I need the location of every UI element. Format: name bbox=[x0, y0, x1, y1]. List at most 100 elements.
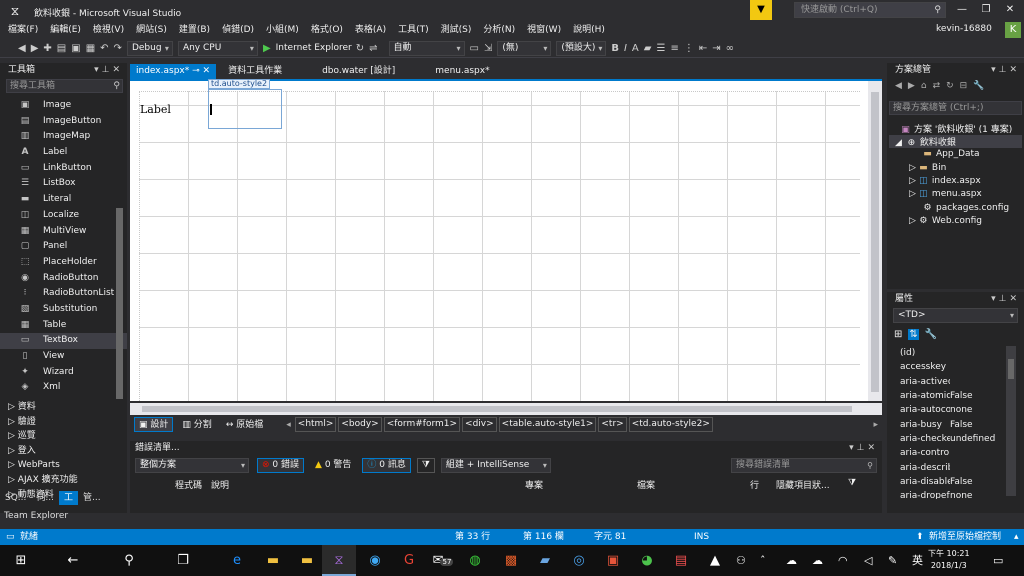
output-icon[interactable]: ▭ bbox=[6, 529, 15, 545]
designer-horizontal-scroll-thumb[interactable] bbox=[142, 406, 852, 412]
toolbox-category-validation[interactable]: ▷ 驗證 bbox=[0, 415, 127, 430]
menu-format[interactable]: 格式(O) bbox=[311, 22, 343, 39]
menu-debug[interactable]: 偵錯(D) bbox=[222, 22, 254, 39]
panel-controls-icon[interactable]: ▾⊥✕ bbox=[849, 441, 878, 455]
pin-icon[interactable]: ⊸ bbox=[192, 66, 200, 76]
column-project[interactable]: 專案 bbox=[525, 478, 543, 491]
back-icon[interactable]: ◀ bbox=[895, 81, 902, 91]
upload-icon[interactable]: ⬆ bbox=[916, 529, 924, 545]
folder-bin[interactable]: ▷ ▬ Bin bbox=[909, 163, 946, 173]
menu-table[interactable]: 表格(A) bbox=[355, 22, 386, 39]
column-suppression[interactable]: 隱藏項目狀... bbox=[776, 478, 830, 491]
expand-icon[interactable]: ▷ bbox=[909, 163, 916, 173]
cloud-icon[interactable]: ☁ bbox=[812, 545, 823, 576]
alphabetical-icon[interactable]: ⇅ bbox=[908, 328, 919, 340]
toolbox-item-placeholder[interactable]: ⬚ PlaceHolder bbox=[0, 255, 127, 271]
toolbox-scrollbar[interactable] bbox=[116, 208, 123, 399]
properties-icon[interactable]: 🔧 bbox=[973, 81, 984, 91]
people-icon[interactable]: ⚇ bbox=[736, 545, 746, 576]
expand-icon[interactable]: ▷ bbox=[909, 176, 916, 186]
filter-icon[interactable]: ⧩ bbox=[416, 458, 435, 473]
scope-dropdown[interactable]: 整個方案 ▾ bbox=[135, 458, 249, 473]
column-filter-icon[interactable]: ⧩ bbox=[848, 478, 856, 488]
expand-icon[interactable]: ▷ bbox=[909, 189, 916, 199]
folder-app-data[interactable]: ▬ App_Data bbox=[922, 149, 979, 159]
menu-view[interactable]: 檢視(V) bbox=[93, 22, 124, 39]
column-line[interactable]: 行 bbox=[750, 478, 759, 491]
mail-icon[interactable]: ✉57 bbox=[426, 545, 460, 576]
news-icon[interactable]: ▤ bbox=[664, 545, 698, 576]
tab-sql-server[interactable]: SQ... bbox=[0, 491, 31, 505]
menu-test[interactable]: 測試(S) bbox=[441, 22, 472, 39]
snap-icon[interactable]: ⇲ bbox=[484, 43, 492, 54]
toolbox-item-table[interactable]: ▦ Table bbox=[0, 318, 127, 334]
collapse-all-icon[interactable]: ⊟ bbox=[960, 81, 968, 91]
user-name[interactable]: kevin-16880 bbox=[936, 24, 992, 34]
menu-window[interactable]: 視窗(W) bbox=[527, 22, 561, 39]
categorized-icon[interactable]: ⊞ bbox=[894, 329, 902, 340]
toolbox-item-radiobutton[interactable]: ◉ RadioButton bbox=[0, 271, 127, 287]
toolbox-item-substitution[interactable]: ▧ Substitution bbox=[0, 302, 127, 318]
error-search-input[interactable]: 搜尋錯誤清單 ⚲ bbox=[731, 458, 877, 473]
outdent-icon[interactable]: ⇤ bbox=[699, 43, 707, 54]
properties-scroll-thumb[interactable] bbox=[1008, 359, 1014, 379]
menu-help[interactable]: 說明(H) bbox=[573, 22, 605, 39]
toolbox-item-panel[interactable]: ▢ Panel bbox=[0, 239, 127, 255]
menu-file[interactable]: 檔案(F) bbox=[8, 22, 38, 39]
toolbox-category-data[interactable]: ▷ 資料 bbox=[0, 400, 127, 415]
warnings-filter-button[interactable]: ▲ 0 警告 bbox=[310, 458, 356, 473]
app-icon[interactable]: ◉ bbox=[358, 545, 392, 576]
crumb-html[interactable]: <html> bbox=[294, 417, 337, 432]
new-project-icon[interactable]: ✚ bbox=[43, 43, 51, 54]
column-description[interactable]: 說明 bbox=[211, 478, 229, 491]
tab-data-tools[interactable]: 資料工具作業 bbox=[222, 64, 288, 79]
column-code[interactable]: 程式碼 bbox=[175, 478, 202, 491]
selected-table-cell[interactable] bbox=[208, 89, 282, 129]
ime-indicator[interactable]: 英 bbox=[912, 545, 923, 576]
toolbox-item-image[interactable]: ▣ Image bbox=[0, 98, 127, 114]
source-view-button[interactable]: ↔ 原始檔 bbox=[221, 417, 268, 432]
visual-studio-taskbar-icon[interactable]: ⧖ bbox=[322, 545, 356, 576]
tab-index-aspx[interactable]: index.aspx* ⊸ ✕ bbox=[130, 64, 217, 79]
browser-link-icon[interactable]: ⇌ bbox=[369, 43, 377, 54]
project-node[interactable]: ◢ ⊕ 飲料收銀 bbox=[889, 135, 1022, 148]
toolbox-item-xml[interactable]: ◈ Xml bbox=[0, 380, 127, 396]
font-size-dropdown[interactable]: (預設大) ▾ bbox=[556, 40, 607, 56]
back-arrow-icon[interactable]: ← bbox=[56, 545, 90, 576]
design-view-button[interactable]: ▣ 設計 bbox=[134, 417, 174, 432]
tab-manager[interactable]: 管... bbox=[78, 491, 106, 505]
crumb-table[interactable]: <table.auto-style1> bbox=[498, 417, 597, 432]
toolbox-item-textbox[interactable]: ▭ TextBox bbox=[0, 333, 127, 349]
menu-build[interactable]: 建置(B) bbox=[179, 22, 210, 39]
photos-icon[interactable]: ▲ bbox=[698, 545, 732, 576]
property-row-aria-disabled[interactable]: aria-disableFalse bbox=[900, 475, 1006, 489]
document-icon[interactable]: ▰ bbox=[528, 545, 562, 576]
solution-config-dropdown[interactable]: Debug ▾ bbox=[126, 40, 173, 56]
toolbox-category-login[interactable]: ▷ 登入 bbox=[0, 444, 127, 459]
toolbox-category-ajax[interactable]: ▷ AJAX 擴充功能 bbox=[0, 473, 127, 488]
crumb-form[interactable]: <form#form1> bbox=[383, 417, 461, 432]
refresh-icon[interactable]: ↻ bbox=[946, 81, 954, 91]
expand-icon[interactable]: ▷ bbox=[909, 216, 916, 226]
align-center-icon[interactable]: ≡ bbox=[670, 43, 678, 54]
chrome-icon[interactable]: ◕ bbox=[630, 545, 664, 576]
toolbox-item-label[interactable]: A Label bbox=[0, 145, 127, 161]
link-icon[interactable]: ∞ bbox=[726, 43, 734, 54]
toolbox-item-imagebutton[interactable]: ▤ ImageButton bbox=[0, 114, 127, 130]
bold-button[interactable]: B bbox=[611, 43, 619, 54]
align-left-icon[interactable]: ☰ bbox=[656, 43, 665, 54]
file-packages-config[interactable]: ⚙ packages.config bbox=[922, 203, 1009, 213]
back-icon[interactable]: ◀ bbox=[18, 43, 26, 54]
toolbox-item-localize[interactable]: ◫ Localize bbox=[0, 208, 127, 224]
refresh-icon[interactable]: ↻ bbox=[356, 43, 364, 54]
feedback-filter-icon[interactable]: ▼ bbox=[750, 0, 772, 20]
property-row-aria-controls[interactable]: aria-contro bbox=[900, 446, 1006, 460]
layout-table-grid[interactable] bbox=[139, 91, 860, 401]
column-file[interactable]: 檔案 bbox=[637, 478, 655, 491]
folder-icon[interactable]: ▬ bbox=[290, 545, 324, 576]
close-button[interactable]: ✕ bbox=[998, 0, 1022, 20]
minimize-button[interactable]: — bbox=[950, 0, 974, 20]
panel-controls-icon[interactable]: ▾⊥✕ bbox=[991, 292, 1020, 306]
pen-icon[interactable]: ✎ bbox=[888, 545, 897, 576]
toolbox-item-view[interactable]: ▯ View bbox=[0, 349, 127, 365]
